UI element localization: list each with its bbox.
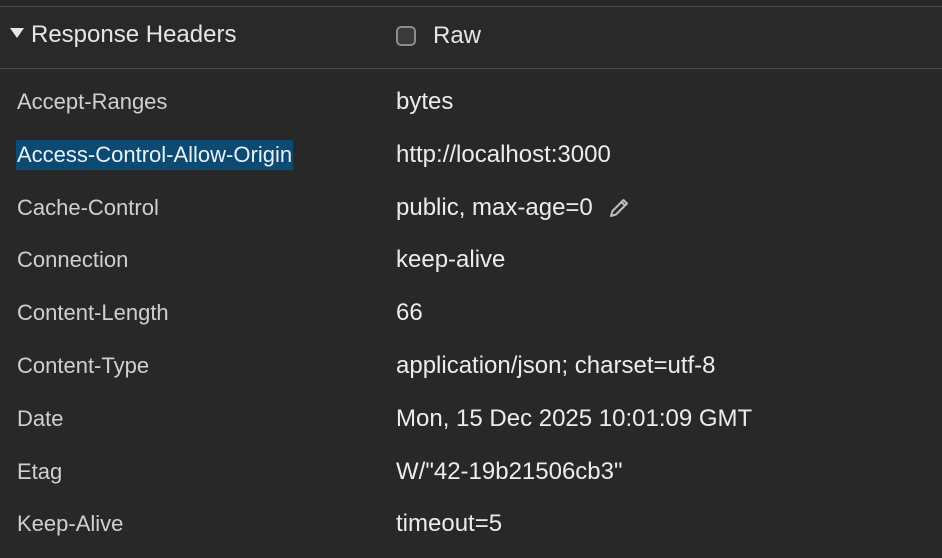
header-value: Mon, 15 Dec 2025 10:01:09 GMT (396, 404, 752, 434)
header-value-text: application/json; charset=utf-8 (396, 351, 716, 379)
top-divider (0, 0, 942, 7)
header-value-text: http://localhost:3000 (396, 140, 611, 168)
header-name: Etag (17, 458, 63, 484)
header-row: Connection keep-alive (0, 237, 942, 290)
header-value-text: public, max-age=0 (396, 193, 593, 221)
header-name: Date (17, 405, 64, 431)
header-value: public, max-age=0 (396, 193, 632, 223)
header-value-text: bytes (396, 88, 454, 115)
header-value-text: keep-alive (396, 246, 506, 274)
header-name: Keep-Alive (17, 511, 124, 537)
raw-checkbox[interactable] (396, 26, 416, 46)
raw-toggle[interactable]: Raw (396, 22, 482, 49)
header-row: Content-Type application/json; charset=u… (0, 343, 942, 396)
header-row: Date Mon, 15 Dec 2025 10:01:09 GMT (0, 396, 942, 449)
header-value-text: Mon, 15 Dec 2025 10:01:09 GMT (396, 404, 753, 432)
header-row: Cache-Control public, max-age=0 (0, 185, 942, 238)
header-name: Accept-Ranges (17, 89, 168, 114)
header-row: Accept-Ranges bytes (0, 79, 942, 132)
header-value-text: 66 (396, 299, 423, 327)
header-value-text: timeout=5 (396, 510, 503, 538)
header-name: Cache-Control (17, 194, 159, 220)
triangle-down-icon[interactable] (10, 28, 24, 38)
header-name: Connection (17, 247, 129, 273)
header-row: Keep-Alive timeout=5 (0, 501, 942, 554)
section-title: Response Headers (31, 21, 237, 48)
header-row: Etag W/"42-19b21506cb3" (0, 449, 942, 502)
header-name: Content-Length (17, 300, 169, 326)
header-value: W/"42-19b21506cb3" (396, 457, 623, 487)
header-value: keep-alive (396, 245, 505, 275)
response-headers-section-header[interactable]: Response Headers Raw (0, 7, 942, 69)
header-value: 66 (396, 298, 423, 328)
header-value-text: W/"42-19b21506cb3" (396, 457, 623, 485)
headers-list: Accept-Ranges bytes Access-Control-Allow… (0, 79, 942, 554)
raw-label: Raw (433, 22, 482, 49)
header-name: Content-Type (17, 352, 150, 378)
header-row: Content-Length 66 (0, 290, 942, 343)
pencil-icon[interactable] (606, 195, 632, 221)
header-value: timeout=5 (396, 509, 502, 539)
header-name-selected: Access-Control-Allow-Origin (16, 139, 294, 170)
header-value: application/json; charset=utf-8 (396, 351, 716, 381)
header-value: http://localhost:3000 (396, 140, 611, 170)
header-value: bytes (396, 87, 453, 117)
header-row: Access-Control-Allow-Origin http://local… (0, 132, 942, 185)
